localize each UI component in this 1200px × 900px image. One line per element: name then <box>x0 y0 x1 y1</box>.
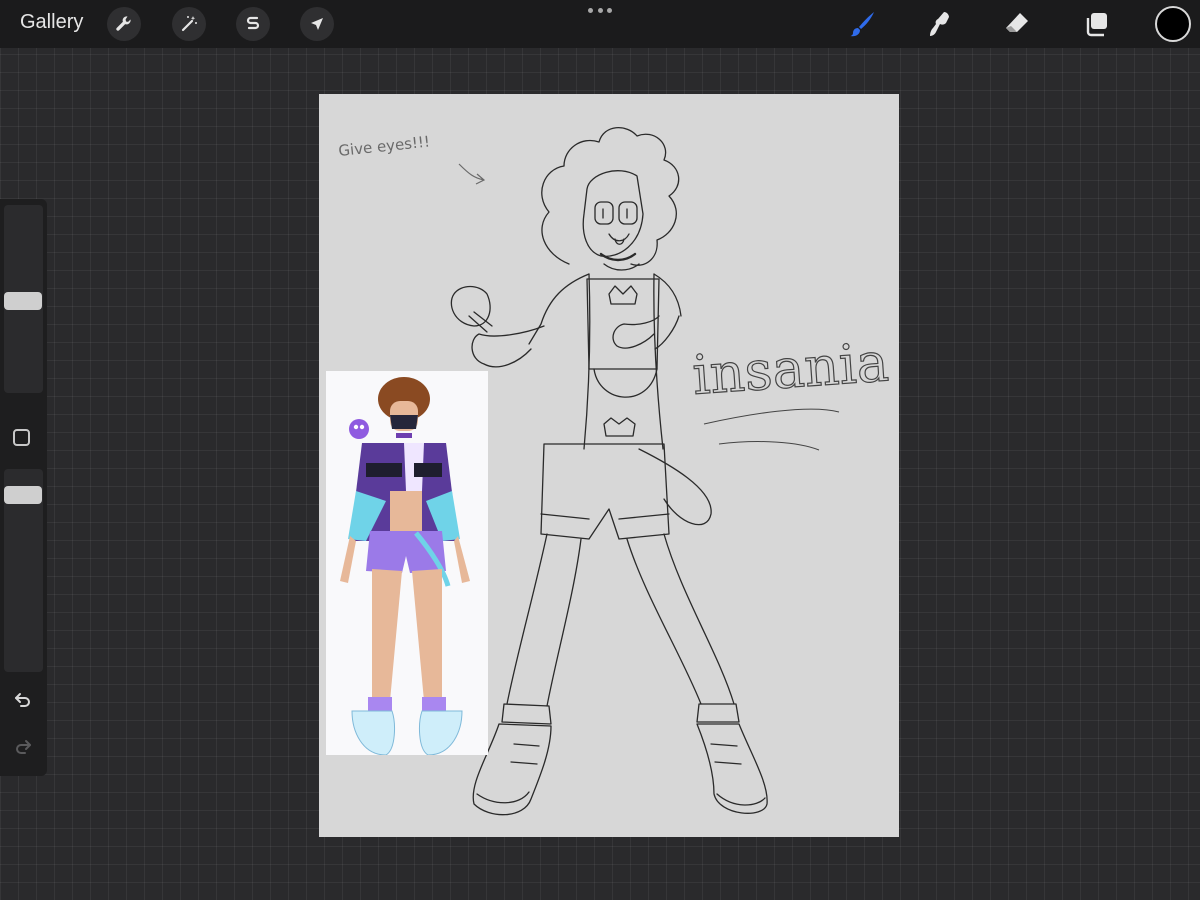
selection-s-icon <box>246 16 260 30</box>
signature-text: insania <box>691 330 891 407</box>
smudge-tool[interactable] <box>921 6 957 42</box>
arrow-cursor-icon <box>311 18 323 30</box>
selection-button[interactable] <box>236 7 270 41</box>
brush-tool[interactable] <box>844 6 880 42</box>
gallery-button[interactable]: Gallery <box>20 11 83 34</box>
brush-icon <box>850 12 874 37</box>
modify-button[interactable] <box>13 429 30 446</box>
layers-tool[interactable] <box>1078 6 1114 42</box>
eraser-tool[interactable] <box>999 6 1035 42</box>
more-options-handle[interactable] <box>588 8 612 16</box>
note-arrow <box>458 163 486 185</box>
reference-image[interactable] <box>326 371 488 756</box>
sketch-note: Give eyes!!! <box>338 132 431 160</box>
left-sidebar <box>0 199 47 776</box>
brush-size-thumb[interactable] <box>4 291 42 310</box>
signature: insania <box>690 330 891 451</box>
magic-wand-icon <box>181 16 197 32</box>
adjustments-button[interactable] <box>172 7 206 41</box>
smudge-icon <box>930 12 949 36</box>
transform-button[interactable] <box>300 7 334 41</box>
character-reference-photo <box>340 377 470 756</box>
eraser-icon <box>1006 13 1028 32</box>
top-toolbar: Gallery <box>0 0 1200 48</box>
actions-button[interactable] <box>107 7 141 41</box>
layers-icon <box>1086 13 1107 37</box>
color-picker[interactable] <box>1155 6 1191 42</box>
redo-icon[interactable] <box>12 736 34 758</box>
character-sketch <box>450 127 768 816</box>
undo-icon[interactable] <box>12 689 34 711</box>
opacity-thumb[interactable] <box>4 486 42 505</box>
wrench-icon <box>116 16 131 31</box>
